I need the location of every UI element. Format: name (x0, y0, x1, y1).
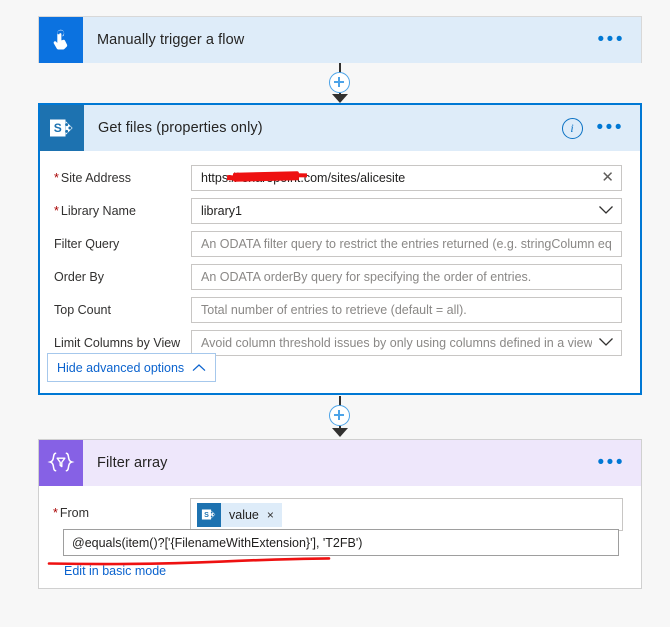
sharepoint-card-header[interactable]: S Get files (properties only) i ••• (40, 105, 640, 151)
sharepoint-get-files-card[interactable]: S Get files (properties only) i ••• * Sit… (38, 103, 642, 395)
filter-query-placeholder: An ODATA filter query to restrict the en… (201, 236, 614, 251)
form-row-order-by: Order By An ODATA orderBy query for spec… (40, 260, 640, 293)
svg-text:S: S (204, 511, 209, 519)
svg-text:S: S (54, 121, 62, 135)
redaction-mark (232, 170, 300, 182)
connector-arrow-icon (332, 94, 348, 103)
add-step-button[interactable] (329, 405, 350, 426)
sharepoint-card-actions: i ••• (561, 117, 640, 139)
hide-advanced-options-label: Hide advanced options (57, 360, 185, 375)
dynamic-content-token[interactable]: S value × (197, 502, 282, 527)
form-row-library-name: * Library Name library1 (40, 194, 640, 227)
hide-advanced-options-button[interactable]: Hide advanced options (47, 353, 217, 382)
form-row-top-count: Top Count Total number of entries to ret… (40, 293, 640, 326)
form-row-filter-query: Filter Query An ODATA filter query to re… (40, 227, 640, 260)
label-from: * From (53, 506, 90, 520)
required-marker: * (54, 203, 59, 218)
library-name-value: library1 (201, 203, 242, 218)
label-library-name: * Library Name (54, 203, 136, 218)
filter-array-card-title: Filter array (97, 455, 168, 471)
trigger-card-actions: ••• (598, 30, 641, 49)
top-count-placeholder: Total number of entries to retrieve (def… (201, 302, 467, 317)
filter-array-card-body: * From S value × @equals(item()?['{Filen… (39, 486, 641, 578)
info-icon[interactable]: i (561, 117, 583, 139)
trigger-more-menu-button[interactable]: ••• (598, 30, 625, 49)
sharepoint-icon: S (40, 105, 84, 151)
form-row-from: * From S value × (39, 496, 641, 531)
add-step-button[interactable] (329, 72, 350, 93)
sharepoint-card-body: * Site Address https:// sharepoint.com/si… (40, 151, 640, 359)
tap-hand-icon (39, 17, 83, 63)
chevron-down-icon[interactable] (592, 204, 614, 218)
trigger-card-header[interactable]: Manually trigger a flow ••• (39, 17, 641, 63)
chevron-up-icon (192, 361, 206, 375)
label-site-address: * Site Address (54, 170, 132, 185)
remove-token-icon[interactable]: × (267, 508, 274, 522)
label-order-by: Order By (54, 269, 105, 284)
token-label: value (229, 507, 259, 522)
sharepoint-more-menu-button[interactable]: ••• (597, 118, 624, 137)
sharepoint-icon: S (197, 502, 221, 527)
trigger-card-title: Manually trigger a flow (97, 32, 245, 48)
connector-sharepoint-to-filter (324, 396, 356, 439)
trigger-card[interactable]: Manually trigger a flow ••• (38, 16, 642, 63)
chevron-down-icon[interactable] (592, 336, 614, 350)
filter-array-card-actions: ••• (598, 453, 641, 472)
from-input[interactable]: S value × (190, 498, 623, 531)
required-marker: * (54, 170, 59, 185)
connector-arrow-icon (332, 428, 348, 437)
clear-icon[interactable]: ✕ (595, 170, 614, 185)
filter-array-more-menu-button[interactable]: ••• (598, 453, 625, 472)
sharepoint-card-title: Get files (properties only) (98, 120, 263, 136)
filter-query-input[interactable]: An ODATA filter query to restrict the en… (191, 230, 622, 257)
connector-trigger-to-sharepoint (324, 63, 356, 103)
edit-in-basic-mode-link[interactable]: Edit in basic mode (64, 564, 166, 578)
label-limit-columns-by-view: Limit Columns by View (54, 335, 181, 350)
order-by-placeholder: An ODATA orderBy query for specifying th… (201, 269, 532, 284)
order-by-input[interactable]: An ODATA orderBy query for specifying th… (191, 263, 622, 290)
top-count-input[interactable]: Total number of entries to retrieve (def… (191, 296, 622, 323)
library-name-dropdown[interactable]: library1 (191, 197, 622, 224)
required-marker: * (53, 506, 58, 520)
label-filter-query: Filter Query (54, 236, 120, 251)
limit-columns-placeholder: Avoid column threshold issues by only us… (201, 335, 592, 350)
form-row-site-address: * Site Address https:// sharepoint.com/si… (40, 161, 640, 194)
filter-array-icon (39, 440, 83, 486)
label-top-count: Top Count (54, 302, 111, 317)
filter-array-card-header[interactable]: Filter array ••• (39, 440, 641, 486)
site-address-input[interactable]: https:// sharepoint.com/sites/alicesite … (191, 164, 622, 191)
filter-expression-input[interactable]: @equals(item()?['{FilenameWithExtension}… (63, 529, 619, 556)
limit-columns-dropdown[interactable]: Avoid column threshold issues by only us… (191, 329, 622, 356)
filter-array-card[interactable]: Filter array ••• * From S value × @equal… (38, 439, 642, 589)
